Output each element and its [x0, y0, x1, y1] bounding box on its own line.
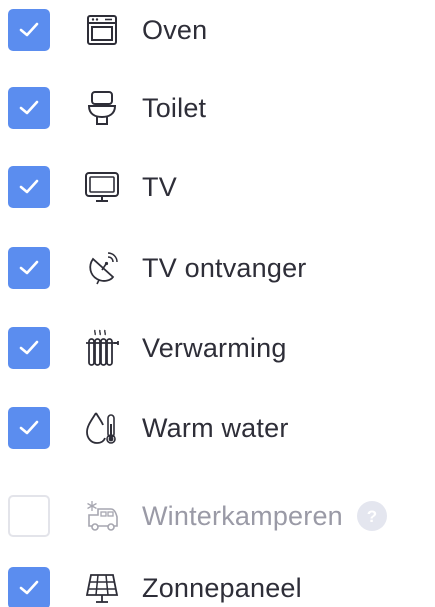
warm-water-checkbox[interactable]	[8, 407, 50, 449]
amenity-row-verwarming[interactable]: Verwarming	[0, 320, 435, 376]
toilet-checkbox[interactable]	[8, 87, 50, 129]
amenity-label: Oven	[142, 15, 208, 45]
checkmark-icon	[19, 340, 39, 355]
oven-checkbox[interactable]	[8, 9, 50, 51]
help-icon[interactable]: ?	[357, 501, 387, 531]
tv-icon	[78, 163, 126, 211]
amenity-row-warm-water[interactable]: Warm water	[0, 400, 435, 456]
solar-panel-icon	[78, 564, 126, 607]
winter-camper-icon	[78, 492, 126, 540]
radiator-icon	[78, 324, 126, 372]
tv-checkbox[interactable]	[8, 166, 50, 208]
amenity-label: TV ontvanger	[142, 253, 307, 283]
warm-water-icon	[78, 404, 126, 452]
satellite-dish-icon	[78, 244, 126, 292]
toilet-icon	[78, 84, 126, 132]
checkmark-icon	[19, 100, 39, 115]
amenity-row-tv-ontvanger[interactable]: TV ontvanger	[0, 240, 435, 296]
amenity-row-oven[interactable]: Oven	[0, 2, 435, 58]
checkmark-icon	[19, 179, 39, 194]
oven-icon	[78, 6, 126, 54]
checkmark-icon	[19, 22, 39, 37]
amenity-row-winterkamperen[interactable]: Winterkamperen ?	[0, 488, 435, 544]
amenity-row-toilet[interactable]: Toilet	[0, 80, 435, 136]
amenity-label: Warm water	[142, 413, 289, 443]
amenity-label: Winterkamperen	[142, 501, 343, 531]
checkmark-icon	[19, 420, 39, 435]
amenity-label: Zonnepaneel	[142, 573, 302, 603]
amenity-label: Verwarming	[142, 333, 287, 363]
tv-ontvanger-checkbox[interactable]	[8, 247, 50, 289]
amenity-row-tv[interactable]: TV	[0, 159, 435, 215]
amenities-checklist: Oven Toilet TV TV ontvanger Verwarming W…	[0, 0, 435, 607]
winterkamperen-checkbox[interactable]	[8, 495, 50, 537]
checkmark-icon	[19, 260, 39, 275]
amenity-label: Toilet	[142, 93, 207, 123]
zonnepaneel-checkbox[interactable]	[8, 567, 50, 607]
checkmark-icon	[19, 580, 39, 595]
amenity-label: TV	[142, 172, 177, 202]
amenity-row-zonnepaneel[interactable]: Zonnepaneel	[0, 560, 435, 607]
verwarming-checkbox[interactable]	[8, 327, 50, 369]
